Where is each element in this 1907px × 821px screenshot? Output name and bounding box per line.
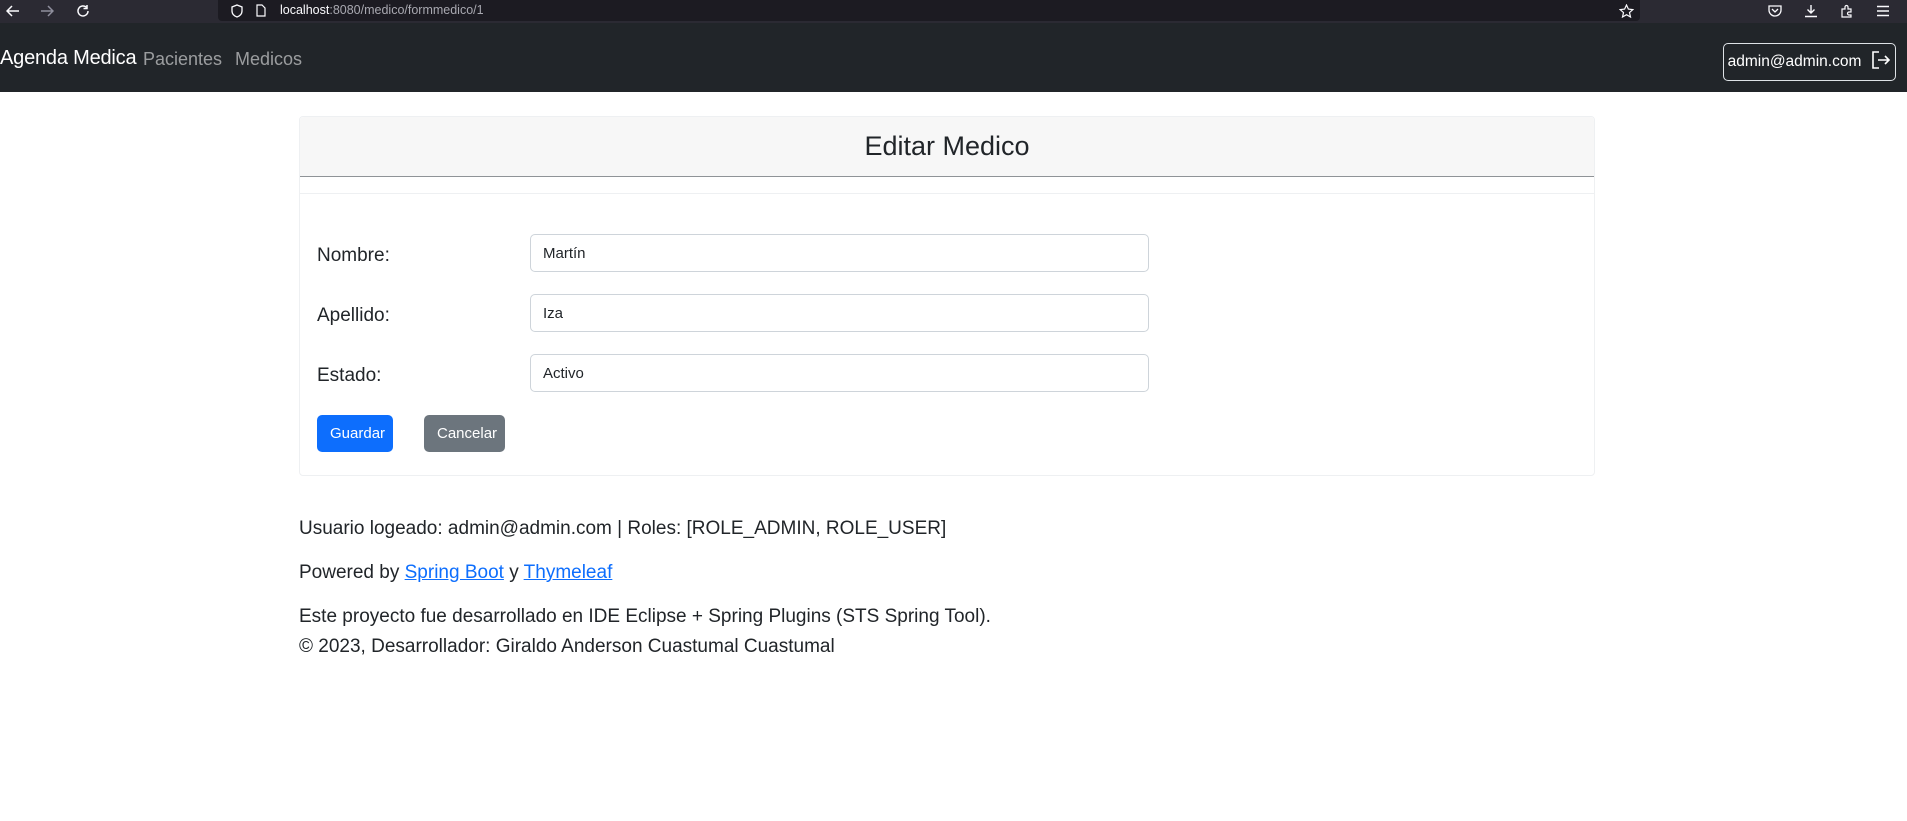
apellido-input[interactable] bbox=[530, 294, 1149, 332]
logged-user-info: Usuario logeado: admin@admin.com | Roles… bbox=[299, 518, 947, 539]
apellido-label: Apellido: bbox=[317, 305, 390, 326]
nombre-label: Nombre: bbox=[317, 245, 390, 266]
user-email: admin@admin.com bbox=[1727, 53, 1862, 70]
page-footer: Usuario logeado: admin@admin.com | Roles… bbox=[299, 518, 991, 658]
download-icon[interactable] bbox=[1798, 0, 1824, 21]
pocket-icon[interactable] bbox=[1762, 0, 1788, 21]
nombre-input[interactable] bbox=[530, 234, 1149, 272]
form-row-estado: Estado: bbox=[317, 354, 1157, 392]
address-bar[interactable]: localhost:8080/medico/formmedico/1 bbox=[218, 0, 1640, 21]
form-row-apellido: Apellido: bbox=[317, 294, 1157, 332]
page-icon bbox=[248, 0, 274, 21]
spring-boot-link[interactable]: Spring Boot bbox=[405, 562, 504, 583]
menu-icon[interactable] bbox=[1870, 0, 1896, 21]
extensions-icon[interactable] bbox=[1834, 0, 1860, 21]
card-title: Editar Medico bbox=[300, 117, 1594, 177]
nav-link-pacientes[interactable]: Pacientes bbox=[143, 49, 222, 70]
reload-icon[interactable] bbox=[70, 0, 96, 21]
shield-icon[interactable] bbox=[224, 0, 250, 21]
powered-by-line: Powered by Spring Boot y Thymeleaf bbox=[299, 562, 991, 584]
logout-icon bbox=[1871, 50, 1891, 74]
estado-label: Estado: bbox=[317, 365, 382, 386]
divider bbox=[300, 193, 1594, 194]
estado-input[interactable] bbox=[530, 354, 1149, 392]
navbar: Agenda Medica Pacientes Medicos admin@ad… bbox=[0, 23, 1907, 92]
forward-arrow-icon[interactable] bbox=[34, 0, 60, 21]
bookmark-star-icon[interactable] bbox=[1613, 0, 1639, 21]
copyright: © 2023, Desarrollador: Giraldo Anderson … bbox=[299, 636, 835, 657]
edit-medico-card: Editar Medico Nombre: Apellido: Estado: … bbox=[299, 116, 1595, 476]
browser-toolbar: localhost:8080/medico/formmedico/1 bbox=[0, 0, 1907, 23]
powered-prefix: Powered by bbox=[299, 562, 405, 583]
navbar-brand[interactable]: Agenda Medica bbox=[0, 47, 137, 70]
back-arrow-icon[interactable] bbox=[0, 0, 26, 21]
logout-button[interactable]: admin@admin.com bbox=[1723, 43, 1896, 81]
cancel-button[interactable]: Cancelar bbox=[424, 415, 505, 452]
powered-and: y bbox=[503, 562, 524, 583]
nav-link-medicos[interactable]: Medicos bbox=[235, 49, 302, 70]
url-text[interactable]: localhost:8080/medico/formmedico/1 bbox=[280, 3, 484, 17]
form-row-nombre: Nombre: bbox=[317, 234, 1157, 272]
thymeleaf-link[interactable]: Thymeleaf bbox=[524, 562, 613, 583]
save-button[interactable]: Guardar bbox=[317, 415, 393, 452]
ide-note: Este proyecto fue desarrollado en IDE Ec… bbox=[299, 606, 991, 627]
